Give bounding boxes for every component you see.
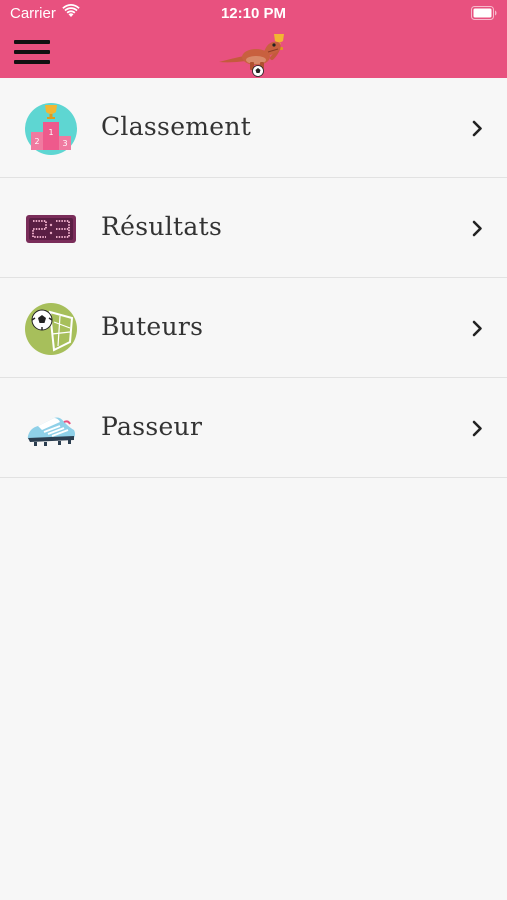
menu-item-label: Passeur: [101, 412, 203, 441]
scoreboard-icon: [26, 215, 76, 243]
menu-line: [14, 60, 50, 64]
menu-item-label: Classement: [101, 112, 252, 141]
svg-text:3: 3: [62, 139, 67, 148]
status-bar: Carrier 12:10 PM: [0, 0, 507, 28]
battery-icon: [471, 6, 497, 20]
menu-item-resultats[interactable]: Résultats: [0, 178, 507, 278]
menu-item-label: Résultats: [101, 212, 223, 241]
chevron-right-icon: [472, 320, 482, 337]
svg-text:2: 2: [34, 137, 39, 146]
menu-line: [14, 40, 50, 44]
soccer-cleat-icon: [27, 417, 75, 446]
navigation-bar: [0, 28, 507, 78]
podium-trophy-icon: 1 2 3: [25, 103, 77, 155]
menu-item-buteurs[interactable]: Buteurs: [0, 278, 507, 378]
hamburger-menu-icon[interactable]: [14, 40, 50, 66]
menu-list: 1 2 3 Classement Résultats Buteurs Passe…: [0, 78, 507, 478]
soccer-goal-icon: [25, 303, 77, 355]
clock: 12:10 PM: [220, 5, 287, 22]
menu-item-label: Buteurs: [101, 312, 204, 341]
chevron-right-icon: [472, 120, 482, 137]
dinosaur-soccer-logo: [219, 34, 284, 77]
svg-text:1: 1: [48, 128, 53, 137]
chevron-right-icon: [472, 420, 482, 437]
menu-item-classement[interactable]: 1 2 3 Classement: [0, 78, 507, 178]
chevron-right-icon: [472, 220, 482, 237]
menu-line: [14, 50, 50, 54]
top-bar: Carrier 12:10 PM: [0, 0, 507, 78]
menu-item-passeur[interactable]: Passeur: [0, 378, 507, 478]
